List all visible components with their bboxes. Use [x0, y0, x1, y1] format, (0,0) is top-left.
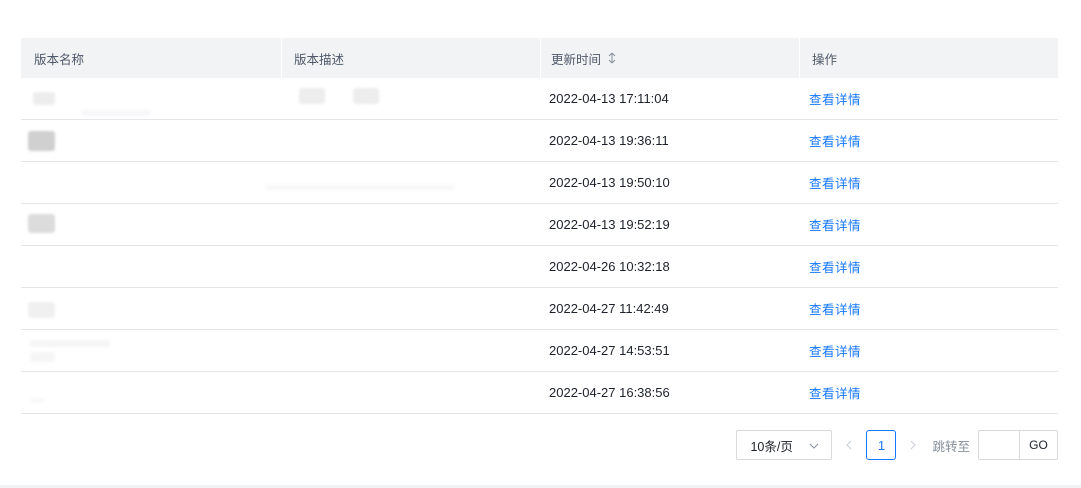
version-description-cell — [281, 246, 540, 287]
go-button[interactable]: GO — [1019, 430, 1058, 460]
pagination: 10条/页 1 跳转至 GO — [736, 429, 1058, 461]
action-cell: 查看详情 — [799, 246, 1058, 287]
updated-time-cell: 2022-04-13 17:11:04 — [549, 91, 669, 106]
view-details-link[interactable]: 查看详情 — [809, 383, 861, 402]
version-description-cell — [281, 372, 540, 413]
view-details-link[interactable]: 查看详情 — [809, 89, 861, 108]
table-body: 2022-04-13 17:11:04 查看详情 2022-04-13 19:3… — [21, 78, 1058, 414]
chevron-down-icon — [809, 438, 819, 452]
page-size-select[interactable]: 10条/页 — [736, 430, 833, 460]
version-name-cell — [21, 372, 281, 413]
table-row: 2022-04-13 19:52:19 查看详情 — [21, 204, 1058, 246]
version-description-cell — [265, 162, 540, 203]
updated-time-cell: 2022-04-27 14:53:51 — [549, 343, 670, 358]
column-header-name: 版本名称 — [21, 38, 281, 78]
prev-page-button[interactable] — [837, 430, 861, 460]
version-name-cell — [21, 246, 281, 287]
action-cell: 查看详情 — [799, 204, 1058, 245]
column-header-action: 操作 — [799, 38, 1058, 78]
next-page-button[interactable] — [901, 430, 925, 460]
column-header-description: 版本描述 — [281, 38, 540, 78]
action-cell: 查看详情 — [799, 330, 1058, 371]
version-description-cell — [281, 78, 540, 119]
jump-to-label: 跳转至 — [932, 439, 970, 454]
table-header: 版本名称 版本描述 更新时间 操作 — [21, 38, 1058, 78]
action-cell: 查看详情 — [799, 120, 1058, 161]
action-cell: 查看详情 — [799, 372, 1058, 413]
table-row: 2022-04-27 16:38:56 查看详情 — [21, 372, 1058, 414]
sort-arrows-icon[interactable] — [608, 52, 616, 64]
updated-time-cell: 2022-04-27 11:42:49 — [549, 301, 669, 316]
table-row: 2022-04-13 19:50:10 查看详情 — [21, 162, 1058, 204]
updated-time-cell: 2022-04-13 19:52:19 — [549, 217, 670, 232]
column-header-label: 更新时间 — [551, 52, 602, 67]
version-description-cell — [281, 330, 540, 371]
action-cell: 查看详情 — [799, 78, 1058, 119]
view-details-link[interactable]: 查看详情 — [809, 131, 861, 150]
version-name-cell — [21, 288, 281, 329]
updated-time-cell: 2022-04-27 16:38:56 — [549, 385, 670, 400]
column-header-label: 版本描述 — [294, 52, 345, 67]
table-row: 2022-04-13 17:11:04 查看详情 — [21, 78, 1058, 120]
chevron-right-icon — [910, 437, 917, 453]
action-cell: 查看详情 — [799, 162, 1058, 203]
chevron-left-icon — [846, 437, 852, 453]
page-number-button[interactable]: 1 — [866, 430, 897, 460]
version-description-cell — [281, 120, 540, 161]
view-details-link[interactable]: 查看详情 — [809, 299, 861, 318]
table-row: 2022-04-27 14:53:51 查看详情 — [21, 330, 1058, 372]
column-header-label: 操作 — [812, 52, 838, 67]
table-row: 2022-04-27 11:42:49 查看详情 — [21, 288, 1058, 330]
jump-page-input[interactable] — [978, 430, 1019, 460]
view-details-link[interactable]: 查看详情 — [809, 215, 861, 234]
version-description-cell — [281, 204, 540, 245]
version-name-cell — [21, 204, 281, 245]
version-name-cell — [21, 120, 281, 161]
column-header-label: 版本名称 — [34, 52, 85, 67]
version-description-cell — [281, 288, 540, 329]
version-name-cell — [21, 78, 281, 119]
table-row: 2022-04-13 19:36:11 查看详情 — [21, 120, 1058, 162]
version-name-cell — [21, 330, 281, 371]
version-table: 版本名称 版本描述 更新时间 操作 2022-04-13 17:11:04 查看… — [21, 38, 1058, 414]
view-details-link[interactable]: 查看详情 — [809, 257, 861, 276]
action-cell: 查看详情 — [799, 288, 1058, 329]
updated-time-cell: 2022-04-26 10:32:18 — [549, 259, 670, 274]
table-row: 2022-04-26 10:32:18 查看详情 — [21, 246, 1058, 288]
column-header-updated[interactable]: 更新时间 — [540, 38, 799, 78]
updated-time-cell: 2022-04-13 19:36:11 — [549, 133, 669, 148]
view-details-link[interactable]: 查看详情 — [809, 341, 861, 360]
updated-time-cell: 2022-04-13 19:50:10 — [549, 175, 670, 190]
view-details-link[interactable]: 查看详情 — [809, 173, 861, 192]
version-name-cell — [21, 162, 281, 203]
page-size-value: 10条/页 — [750, 439, 793, 454]
